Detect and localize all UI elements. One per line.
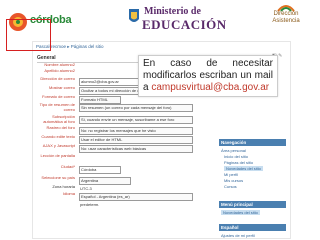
form-field-select[interactable]: Sí, cuando envíe un mensaje, suscribame …	[79, 116, 193, 124]
sidebar-item[interactable]: Inicio del sitio	[224, 154, 248, 159]
form-field-label: Ciudad*	[60, 164, 75, 169]
sidebar-item[interactable]: Novedades del sitio	[224, 166, 263, 171]
form-field-select[interactable]: Sin resumen (un correo por cada mensaje …	[79, 104, 193, 112]
sidebar-block-title: Español	[219, 224, 286, 231]
form-field-label: Cuando edite texto	[41, 134, 75, 139]
instruction-callout: En caso de necesitar modificarlos escrib…	[138, 55, 278, 97]
sidebar-item[interactable]: Páginas del sitio	[224, 160, 253, 165]
sidebar-block-title: Menú principal	[219, 201, 286, 208]
form-field-select[interactable]: Argentina	[79, 177, 131, 185]
sidebar-item[interactable]: Novedades del sitio	[221, 210, 260, 215]
direction-logo-text: Dirección Asistencia	[272, 11, 300, 24]
form-field-label: Idioma	[62, 191, 75, 196]
form-field-select[interactable]: No: usar características web básicas	[79, 145, 193, 153]
form-field-label: Rastreo del foro	[46, 125, 75, 130]
form-field-label: AJAX y Javascript	[42, 143, 75, 148]
sidebar-block-title: Navegación	[219, 139, 286, 146]
callout-email[interactable]: campusvirtual@cba.gov.ar	[151, 82, 269, 93]
form-field-select[interactable]: No: no registrar los mensajes que he vis…	[79, 127, 193, 135]
sidebar-item[interactable]: Ajustes de mi perfil	[221, 233, 255, 238]
sidebar-item[interactable]: Cursos	[224, 184, 237, 189]
form-field-input[interactable]: alumno2@cba.gov.ar	[79, 78, 143, 86]
form-field-input[interactable]: Córdoba	[79, 166, 121, 174]
ministry-title-line2: EDUCACIÓN	[142, 17, 227, 32]
form-field-label: Tipo de resumen de correo	[39, 102, 75, 112]
sidebar-item[interactable]: Mi perfil	[224, 172, 238, 177]
form-field-label: Mostrar correo	[48, 85, 75, 90]
form-field-label: Formato de correo	[42, 94, 75, 99]
sidebar-item[interactable]: Mis cursos	[224, 178, 243, 183]
form-row: predeterm.	[37, 201, 207, 212]
form-row: Tipo de resumen de correo Sin resumen (un…	[37, 102, 207, 114]
form-field-label: Zona horaria	[52, 184, 75, 189]
sidebar-item[interactable]: Área personal	[221, 148, 246, 153]
ministry-shield-icon	[129, 9, 139, 22]
ministry-title-line1: Ministerio de	[144, 6, 201, 17]
form-field-label: Dirección de correo	[40, 76, 75, 81]
form-field-label: Seleccione su país	[41, 175, 75, 180]
form-field-value: predeterm.	[80, 202, 100, 207]
form-field-label: Lección de pantalla	[40, 153, 75, 158]
name-fields-highlight	[6, 19, 51, 51]
form-field-select[interactable]: Usar el editor de HTML	[79, 136, 193, 144]
form-field-label: Subscripción automática al foro	[43, 114, 75, 124]
direction-logo: Dirección Asistencia	[258, 3, 314, 37]
form-field-label: Nombre alumno2	[44, 62, 75, 67]
form-field-select[interactable]: Español - Argentina (es_ar)	[79, 193, 193, 201]
form-field-label: Apellido alumno2	[44, 68, 75, 73]
ministry-logo: Ministerio de EDUCACIÓN	[128, 2, 226, 40]
